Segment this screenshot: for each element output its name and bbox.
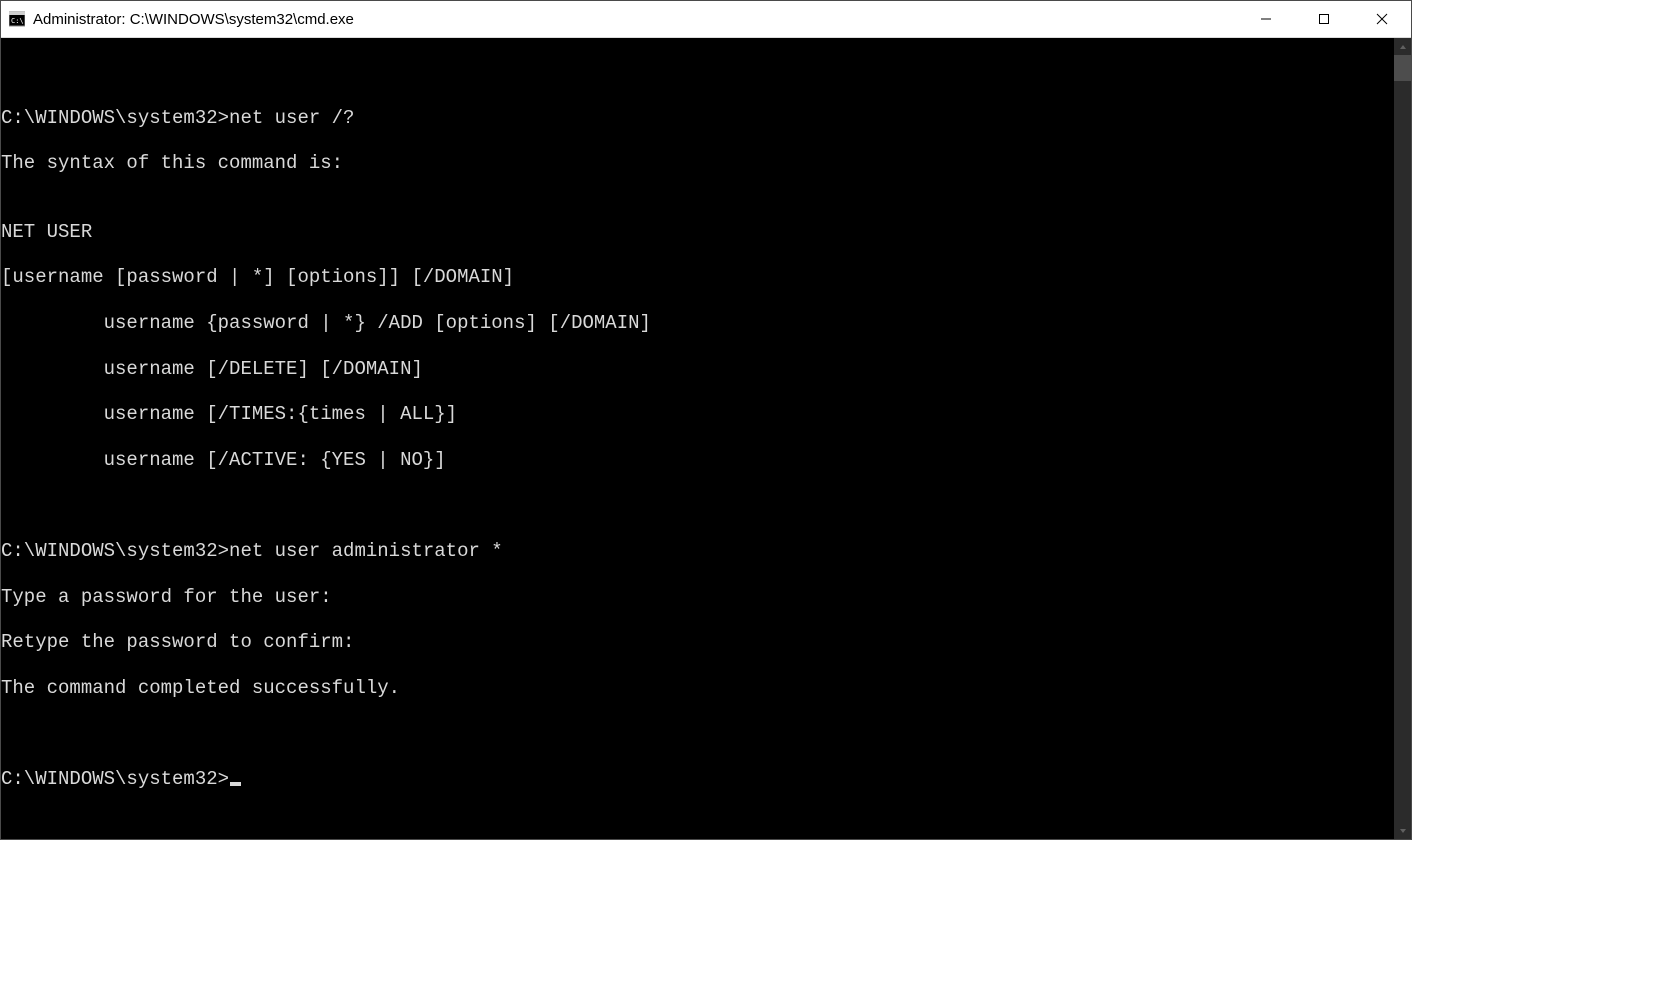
title-bar[interactable]: C:\ Administrator: C:\WINDOWS\system32\c… [1,1,1411,38]
terminal-line: username [/ACTIVE: {YES | NO}] [1,449,1394,472]
scroll-down-arrow-icon[interactable] [1394,822,1411,839]
scroll-up-arrow-icon[interactable] [1394,38,1411,55]
terminal-line: username {password | *} /ADD [options] [… [1,312,1394,335]
terminal-prompt: C:\WINDOWS\system32> [1,768,229,790]
close-button[interactable] [1353,1,1411,37]
terminal-area[interactable]: C:\WINDOWS\system32>net user /? The synt… [1,38,1411,839]
terminal-line: The command completed successfully. [1,677,1394,700]
terminal-content[interactable]: C:\WINDOWS\system32>net user /? The synt… [1,38,1394,839]
terminal-prompt-line: C:\WINDOWS\system32> [1,768,1394,791]
window-controls [1237,1,1411,37]
terminal-line: Retype the password to confirm: [1,631,1394,654]
maximize-button[interactable] [1295,1,1353,37]
terminal-line: NET USER [1,221,1394,244]
terminal-line: C:\WINDOWS\system32>net user administrat… [1,540,1394,563]
svg-text:C:\: C:\ [11,17,24,25]
scroll-thumb[interactable] [1394,55,1411,81]
terminal-line: Type a password for the user: [1,586,1394,609]
minimize-button[interactable] [1237,1,1295,37]
cmd-window: C:\ Administrator: C:\WINDOWS\system32\c… [0,0,1412,840]
cmd-icon: C:\ [9,11,25,27]
terminal-cursor [230,782,241,786]
terminal-line: [username [password | *] [options]] [/DO… [1,266,1394,289]
terminal-line: username [/TIMES:{times | ALL}] [1,403,1394,426]
terminal-output: C:\WINDOWS\system32>net user /? The synt… [1,38,1394,791]
window-title: Administrator: C:\WINDOWS\system32\cmd.e… [33,11,1237,28]
terminal-line: username [/DELETE] [/DOMAIN] [1,358,1394,381]
terminal-line: The syntax of this command is: [1,152,1394,175]
terminal-line: C:\WINDOWS\system32>net user /? [1,107,1394,130]
vertical-scrollbar[interactable] [1394,38,1411,839]
